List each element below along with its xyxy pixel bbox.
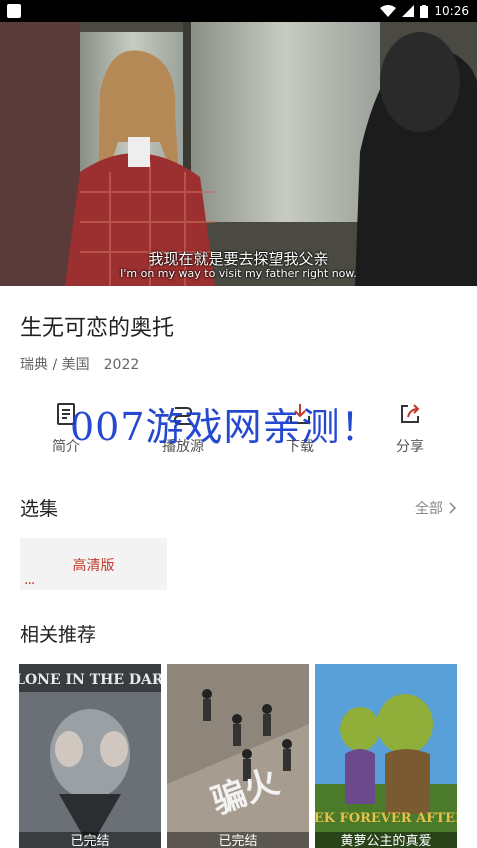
poster-3-text: SHREK FOREVER AFTER 3D [315,811,457,826]
related-poster-2[interactable]: 骗火 已完结 [167,664,309,848]
video-frame [0,22,477,286]
related-title: 相关推荐 [20,624,97,646]
signal-icon [402,5,415,17]
movie-title: 生无可恋的奥托 [20,316,175,341]
episodes-title: 选集 [20,498,59,520]
status-bar: 10:26 [0,0,477,22]
poster-image: SHREK FOREVER AFTER 3D [315,664,457,848]
battery-icon [420,4,429,18]
watermark-text: 007游戏网亲测！ [70,405,380,449]
video-player[interactable]: 我现在就是要去探望我父亲 I'm on my way to visit my f… [0,22,477,286]
status-time: 10:26 [434,4,469,18]
related-poster-3[interactable]: SHREK FOREVER AFTER 3D 黄萝公主的真爱 [315,664,457,848]
see-all-label: 全部 [415,501,443,517]
poster-image: ALONE IN THE DARK [19,664,161,848]
wifi-icon [380,5,397,17]
episode-chip[interactable]: 高清版 ... [20,538,167,590]
movie-countries: 瑞典 / 美国 [20,357,90,373]
movie-meta: 瑞典 / 美国 2022 [20,354,139,374]
poster-1-text: ALONE IN THE DARK [19,672,161,688]
app-notification-icon [7,4,21,18]
related-poster-1[interactable]: ALONE IN THE DARK 已完结 [19,664,161,848]
movie-year: 2022 [103,357,140,373]
episode-dots: ... [24,572,35,588]
status-indicators: 10:26 [380,0,469,22]
poster-3-caption: 黄萝公主的真爱 [315,832,457,848]
poster-1-caption: 已完结 [19,832,161,848]
subtitle-chinese: 我现在就是要去探望我父亲 [148,250,329,268]
subtitle-english: I'm on my way to visit my father right n… [120,267,357,280]
poster-2-caption: 已完结 [167,832,309,848]
poster-image: 骗火 [167,664,309,848]
share-icon [401,404,420,423]
see-all-episodes-link[interactable]: 全部 [415,498,457,518]
episode-label: 高清版 [72,558,115,574]
chevron-right-icon [449,502,457,514]
